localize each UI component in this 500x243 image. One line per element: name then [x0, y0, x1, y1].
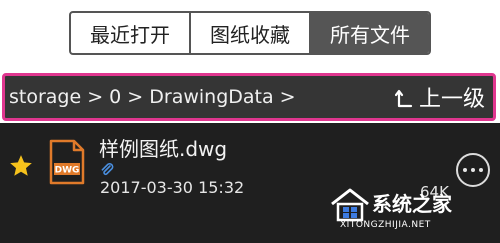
- file-type-label: DWG: [55, 166, 80, 176]
- more-dot: [471, 168, 475, 172]
- go-up-label: 上一级: [418, 87, 485, 112]
- dwg-file-icon: DWG: [49, 139, 85, 185]
- tab-all-files[interactable]: 所有文件: [311, 13, 429, 53]
- file-source-tabs: 最近打开 图纸收藏 所有文件: [69, 11, 431, 55]
- more-dot: [479, 168, 483, 172]
- breadcrumb-path[interactable]: storage > 0 > DrawingData >: [9, 86, 296, 108]
- go-up-button[interactable]: 上一级: [394, 81, 485, 113]
- watermark-logo: 系统之家 XITONGZHIJIA.NET: [326, 184, 496, 238]
- file-modified-date: 2017-03-30 15:32: [100, 178, 245, 197]
- tab-recent[interactable]: 最近打开: [71, 13, 191, 53]
- star-icon[interactable]: [8, 153, 34, 179]
- tab-favorites[interactable]: 图纸收藏: [191, 13, 311, 53]
- paperclip-icon: [101, 163, 114, 176]
- more-options-button[interactable]: [456, 153, 490, 187]
- file-name: 样例图纸.dwg: [99, 137, 228, 161]
- house-logo-icon: [331, 188, 369, 222]
- watermark-text: 系统之家: [372, 192, 452, 216]
- more-dot: [463, 168, 467, 172]
- watermark-url: XITONGZHIJIA.NET: [340, 220, 431, 230]
- breadcrumb: storage > 0 > DrawingData > 上一级: [2, 73, 496, 121]
- return-up-icon: [394, 89, 413, 108]
